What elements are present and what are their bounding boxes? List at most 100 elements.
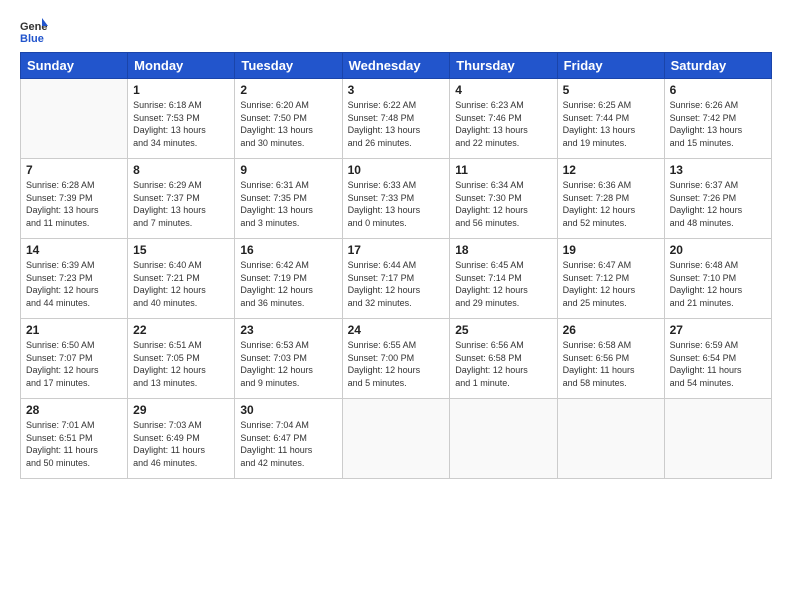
day-number: 25 (455, 323, 551, 337)
weekday-header-tuesday: Tuesday (235, 53, 342, 79)
calendar-cell: 7 Sunrise: 6:28 AM Sunset: 7:39 PM Daylig… (21, 159, 128, 239)
day-info: Sunrise: 6:53 AM Sunset: 7:03 PM Dayligh… (240, 339, 336, 389)
day-number: 11 (455, 163, 551, 177)
day-number: 16 (240, 243, 336, 257)
day-number: 14 (26, 243, 122, 257)
day-number: 28 (26, 403, 122, 417)
day-number: 8 (133, 163, 229, 177)
day-info: Sunrise: 6:28 AM Sunset: 7:39 PM Dayligh… (26, 179, 122, 229)
day-info: Sunrise: 6:37 AM Sunset: 7:26 PM Dayligh… (670, 179, 766, 229)
calendar-cell: 30Sunrise: 7:04 AM Sunset: 6:47 PM Dayli… (235, 399, 342, 479)
day-number: 26 (563, 323, 659, 337)
calendar-cell: 2 Sunrise: 6:20 AM Sunset: 7:50 PM Daylig… (235, 79, 342, 159)
day-number: 1 (133, 83, 229, 97)
day-info: Sunrise: 6:26 AM Sunset: 7:42 PM Dayligh… (670, 99, 766, 149)
day-info: Sunrise: 6:29 AM Sunset: 7:37 PM Dayligh… (133, 179, 229, 229)
week-row-5: 28 Sunrise: 7:01 AM Sunset: 6:51 PM Dayli… (21, 399, 772, 479)
day-info: Sunrise: 6:47 AM Sunset: 7:12 PM Dayligh… (563, 259, 659, 309)
calendar-cell (664, 399, 771, 479)
day-number: 10 (348, 163, 445, 177)
calendar-table: SundayMondayTuesdayWednesdayThursdayFrid… (20, 52, 772, 479)
calendar-cell (21, 79, 128, 159)
day-number: 4 (455, 83, 551, 97)
day-info: Sunrise: 6:42 AM Sunset: 7:19 PM Dayligh… (240, 259, 336, 309)
day-number: 23 (240, 323, 336, 337)
calendar-cell: 23 Sunrise: 6:53 AM Sunset: 7:03 PM Dayli… (235, 319, 342, 399)
calendar-cell: 11 Sunrise: 6:34 AM Sunset: 7:30 PM Dayli… (450, 159, 557, 239)
weekday-header-saturday: Saturday (664, 53, 771, 79)
day-info: Sunrise: 6:51 AM Sunset: 7:05 PM Dayligh… (133, 339, 229, 389)
logo: General Blue (20, 16, 52, 44)
day-info: Sunrise: 7:03 AM Sunset: 6:49 PM Dayligh… (133, 419, 229, 469)
day-info: Sunrise: 6:40 AM Sunset: 7:21 PM Dayligh… (133, 259, 229, 309)
day-info: Sunrise: 6:31 AM Sunset: 7:35 PM Dayligh… (240, 179, 336, 229)
day-number: 2 (240, 83, 336, 97)
calendar-cell: 3 Sunrise: 6:22 AM Sunset: 7:48 PM Daylig… (342, 79, 450, 159)
day-number: 22 (133, 323, 229, 337)
day-number: 5 (563, 83, 659, 97)
calendar-cell: 26 Sunrise: 6:58 AM Sunset: 6:56 PM Dayli… (557, 319, 664, 399)
day-info: Sunrise: 6:33 AM Sunset: 7:33 PM Dayligh… (348, 179, 445, 229)
calendar-cell: 22 Sunrise: 6:51 AM Sunset: 7:05 PM Dayli… (128, 319, 235, 399)
day-number: 7 (26, 163, 122, 177)
calendar-cell: 24Sunrise: 6:55 AM Sunset: 7:00 PM Dayli… (342, 319, 450, 399)
calendar-cell: 9 Sunrise: 6:31 AM Sunset: 7:35 PM Daylig… (235, 159, 342, 239)
calendar-cell: 19 Sunrise: 6:47 AM Sunset: 7:12 PM Dayli… (557, 239, 664, 319)
calendar-cell: 15 Sunrise: 6:40 AM Sunset: 7:21 PM Dayli… (128, 239, 235, 319)
day-number: 9 (240, 163, 336, 177)
day-info: Sunrise: 6:58 AM Sunset: 6:56 PM Dayligh… (563, 339, 659, 389)
calendar-cell: 6 Sunrise: 6:26 AM Sunset: 7:42 PM Daylig… (664, 79, 771, 159)
day-number: 21 (26, 323, 122, 337)
week-row-3: 14 Sunrise: 6:39 AM Sunset: 7:23 PM Dayli… (21, 239, 772, 319)
logo-icon: General Blue (20, 16, 48, 44)
day-info: Sunrise: 6:36 AM Sunset: 7:28 PM Dayligh… (563, 179, 659, 229)
weekday-header-thursday: Thursday (450, 53, 557, 79)
calendar-cell: 13 Sunrise: 6:37 AM Sunset: 7:26 PM Dayli… (664, 159, 771, 239)
calendar-cell: 29 Sunrise: 7:03 AM Sunset: 6:49 PM Dayli… (128, 399, 235, 479)
day-info: Sunrise: 6:59 AM Sunset: 6:54 PM Dayligh… (670, 339, 766, 389)
day-number: 13 (670, 163, 766, 177)
day-number: 19 (563, 243, 659, 257)
day-info: Sunrise: 7:01 AM Sunset: 6:51 PM Dayligh… (26, 419, 122, 469)
calendar-cell (557, 399, 664, 479)
weekday-header-row: SundayMondayTuesdayWednesdayThursdayFrid… (21, 53, 772, 79)
calendar-cell (450, 399, 557, 479)
weekday-header-wednesday: Wednesday (342, 53, 450, 79)
calendar-cell: 12Sunrise: 6:36 AM Sunset: 7:28 PM Dayli… (557, 159, 664, 239)
day-number: 29 (133, 403, 229, 417)
calendar-cell: 25Sunrise: 6:56 AM Sunset: 6:58 PM Dayli… (450, 319, 557, 399)
calendar-cell: 16 Sunrise: 6:42 AM Sunset: 7:19 PM Dayli… (235, 239, 342, 319)
day-number: 27 (670, 323, 766, 337)
calendar-cell: 8 Sunrise: 6:29 AM Sunset: 7:37 PM Daylig… (128, 159, 235, 239)
day-info: Sunrise: 6:22 AM Sunset: 7:48 PM Dayligh… (348, 99, 445, 149)
calendar-cell: 5 Sunrise: 6:25 AM Sunset: 7:44 PM Daylig… (557, 79, 664, 159)
weekday-header-sunday: Sunday (21, 53, 128, 79)
day-info: Sunrise: 6:23 AM Sunset: 7:46 PM Dayligh… (455, 99, 551, 149)
calendar-cell: 21 Sunrise: 6:50 AM Sunset: 7:07 PM Dayli… (21, 319, 128, 399)
svg-text:Blue: Blue (20, 33, 44, 44)
day-info: Sunrise: 6:39 AM Sunset: 7:23 PM Dayligh… (26, 259, 122, 309)
week-row-1: 1Sunrise: 6:18 AM Sunset: 7:53 PM Daylig… (21, 79, 772, 159)
day-info: Sunrise: 6:34 AM Sunset: 7:30 PM Dayligh… (455, 179, 551, 229)
day-info: Sunrise: 6:50 AM Sunset: 7:07 PM Dayligh… (26, 339, 122, 389)
day-info: Sunrise: 6:55 AM Sunset: 7:00 PM Dayligh… (348, 339, 445, 389)
day-info: Sunrise: 7:04 AM Sunset: 6:47 PM Dayligh… (240, 419, 336, 469)
weekday-header-monday: Monday (128, 53, 235, 79)
day-number: 20 (670, 243, 766, 257)
day-number: 3 (348, 83, 445, 97)
day-number: 6 (670, 83, 766, 97)
calendar-cell: 17Sunrise: 6:44 AM Sunset: 7:17 PM Dayli… (342, 239, 450, 319)
day-number: 17 (348, 243, 445, 257)
calendar-cell (342, 399, 450, 479)
week-row-4: 21 Sunrise: 6:50 AM Sunset: 7:07 PM Dayli… (21, 319, 772, 399)
calendar-cell: 28 Sunrise: 7:01 AM Sunset: 6:51 PM Dayli… (21, 399, 128, 479)
day-info: Sunrise: 6:20 AM Sunset: 7:50 PM Dayligh… (240, 99, 336, 149)
day-number: 15 (133, 243, 229, 257)
calendar-cell: 27 Sunrise: 6:59 AM Sunset: 6:54 PM Dayli… (664, 319, 771, 399)
day-info: Sunrise: 6:48 AM Sunset: 7:10 PM Dayligh… (670, 259, 766, 309)
calendar-cell: 18Sunrise: 6:45 AM Sunset: 7:14 PM Dayli… (450, 239, 557, 319)
calendar-cell: 1Sunrise: 6:18 AM Sunset: 7:53 PM Daylig… (128, 79, 235, 159)
day-info: Sunrise: 6:25 AM Sunset: 7:44 PM Dayligh… (563, 99, 659, 149)
week-row-2: 7 Sunrise: 6:28 AM Sunset: 7:39 PM Daylig… (21, 159, 772, 239)
calendar-cell: 14 Sunrise: 6:39 AM Sunset: 7:23 PM Dayli… (21, 239, 128, 319)
